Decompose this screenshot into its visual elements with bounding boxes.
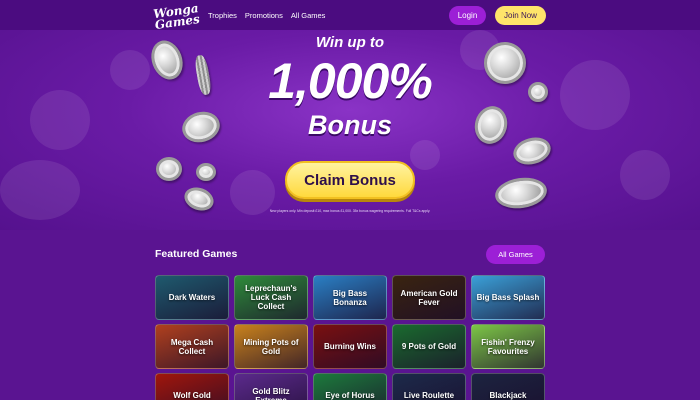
silver-coin-icon [156,157,182,181]
game-tile[interactable]: Live Roulette [392,373,466,400]
game-title: Live Roulette [403,391,455,400]
game-title: Dark Waters [168,293,216,302]
game-tile[interactable]: Dark Waters [155,275,229,320]
game-title: Big Bass Bonanza [332,288,368,307]
game-tile[interactable]: Fishin' Frenzy Favourites [471,324,545,369]
game-title: Blackjack [489,391,527,400]
hero-bonus-word: Bonus [308,110,392,140]
hero-banner: Win up to 1,000% Bonus Claim Bonus New p… [0,30,700,230]
featured-games-grid: Dark Waters Leprechaun's Luck Cash Collec… [155,275,546,400]
game-tile[interactable]: Blackjack [471,373,545,400]
game-title: Gold Blitz Extreme [252,386,290,400]
logo-text-line2: Games [153,11,201,33]
game-title: Fishin' Frenzy Favourites [481,337,535,356]
top-nav-bar: Wonga Games Trophies Promotions All Game… [0,0,700,33]
game-tile[interactable]: Big Bass Bonanza [313,275,387,320]
game-tile[interactable]: Leprechaun's Luck Cash Collect [234,275,308,320]
game-title: Big Bass Splash [476,293,540,302]
silver-coin-icon [196,163,216,181]
bokeh-light [410,140,440,170]
game-title: Eye of Horus [325,391,375,400]
join-now-button[interactable]: Join Now [495,5,546,25]
game-tile[interactable]: American Gold Fever [392,275,466,320]
nav-trophies[interactable]: Trophies [208,11,237,20]
game-title: Leprechaun's Luck Cash Collect [245,284,297,311]
game-tile[interactable]: Wolf Gold [155,373,229,400]
terms-text: New players only. Min deposit £10, max b… [269,209,431,213]
game-title: Mining Pots of Gold [243,337,299,356]
game-title: 9 Pots of Gold [401,342,457,351]
game-title: Mega Cash Collect [170,337,214,356]
game-title: American Gold Fever [400,288,458,307]
game-tile[interactable]: 9 Pots of Gold [392,324,466,369]
hero-percentage: 1,000% [268,53,433,109]
silver-coin-icon [181,183,217,215]
game-title: Wolf Gold [173,391,211,400]
bokeh-light [0,160,80,220]
wonga-games-logo[interactable]: Wonga Games [152,1,202,33]
claim-bonus-button[interactable]: Claim Bonus [285,161,415,199]
game-tile[interactable]: Gold Blitz Extreme [234,373,308,400]
nav-all-games[interactable]: All Games [291,11,326,20]
game-tile[interactable]: Mining Pots of Gold [234,324,308,369]
silver-coin-icon [493,174,549,212]
login-button[interactable]: Login [449,5,486,25]
game-tile[interactable]: Big Bass Splash [471,275,545,320]
all-games-button[interactable]: All Games [486,245,545,264]
hero-subheading: Win up to [315,34,385,51]
game-title: Burning Wins [324,342,376,351]
game-tile[interactable]: Mega Cash Collect [155,324,229,369]
nav-promotions[interactable]: Promotions [245,11,283,20]
main-nav: Trophies Promotions All Games [208,11,325,20]
featured-games-heading: Featured Games [155,248,238,260]
bokeh-light [620,150,670,200]
game-tile[interactable]: Eye of Horus [313,373,387,400]
game-tile[interactable]: Burning Wins [313,324,387,369]
